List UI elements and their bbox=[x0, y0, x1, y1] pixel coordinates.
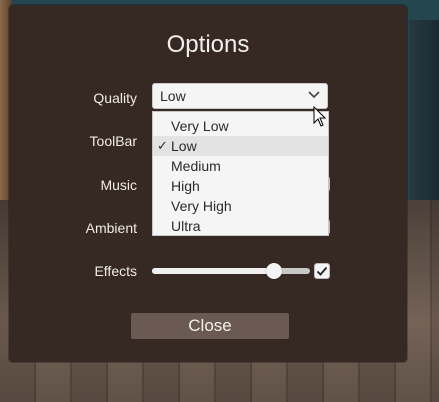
slider-fill bbox=[152, 268, 274, 274]
quality-label: Quality bbox=[93, 90, 137, 106]
checkmark-icon: ✓ bbox=[157, 138, 168, 153]
quality-option[interactable]: Medium bbox=[153, 156, 328, 176]
quality-option-label: Low bbox=[171, 138, 197, 154]
quality-select-value: Low bbox=[160, 88, 186, 104]
quality-option-label: Very Low bbox=[171, 118, 229, 134]
quality-option[interactable]: ✓ Low bbox=[153, 136, 328, 156]
music-label: Music bbox=[100, 177, 137, 193]
wall-pillar bbox=[409, 20, 439, 210]
chevron-down-icon bbox=[308, 91, 320, 99]
options-panel: Options Quality Low ToolBar Music Ambien… bbox=[9, 5, 407, 362]
toolbar-label: ToolBar bbox=[89, 133, 137, 149]
quality-option[interactable]: Very Low bbox=[153, 116, 328, 136]
quality-option-label: High bbox=[171, 178, 200, 194]
effects-checkbox[interactable] bbox=[314, 263, 330, 279]
panel-title: Options bbox=[166, 31, 250, 58]
quality-option-label: Medium bbox=[171, 158, 221, 174]
quality-option-label: Very High bbox=[171, 198, 232, 214]
quality-option[interactable]: Very High bbox=[153, 196, 328, 216]
close-button[interactable]: Close bbox=[131, 313, 289, 339]
quality-option[interactable]: High bbox=[153, 176, 328, 196]
mouse-cursor-icon bbox=[313, 106, 327, 127]
checkmark-icon bbox=[316, 266, 328, 276]
slider-handle[interactable] bbox=[265, 263, 282, 279]
quality-option[interactable]: Ultra bbox=[153, 216, 328, 236]
ambient-label: Ambient bbox=[85, 220, 137, 236]
effects-label: Effects bbox=[94, 263, 137, 279]
quality-option-label: Ultra bbox=[171, 218, 201, 234]
effects-slider[interactable] bbox=[152, 263, 310, 279]
quality-select[interactable]: Low bbox=[152, 83, 328, 109]
quality-dropdown-list: Very Low ✓ Low Medium High Very High Ultra bbox=[152, 111, 329, 236]
